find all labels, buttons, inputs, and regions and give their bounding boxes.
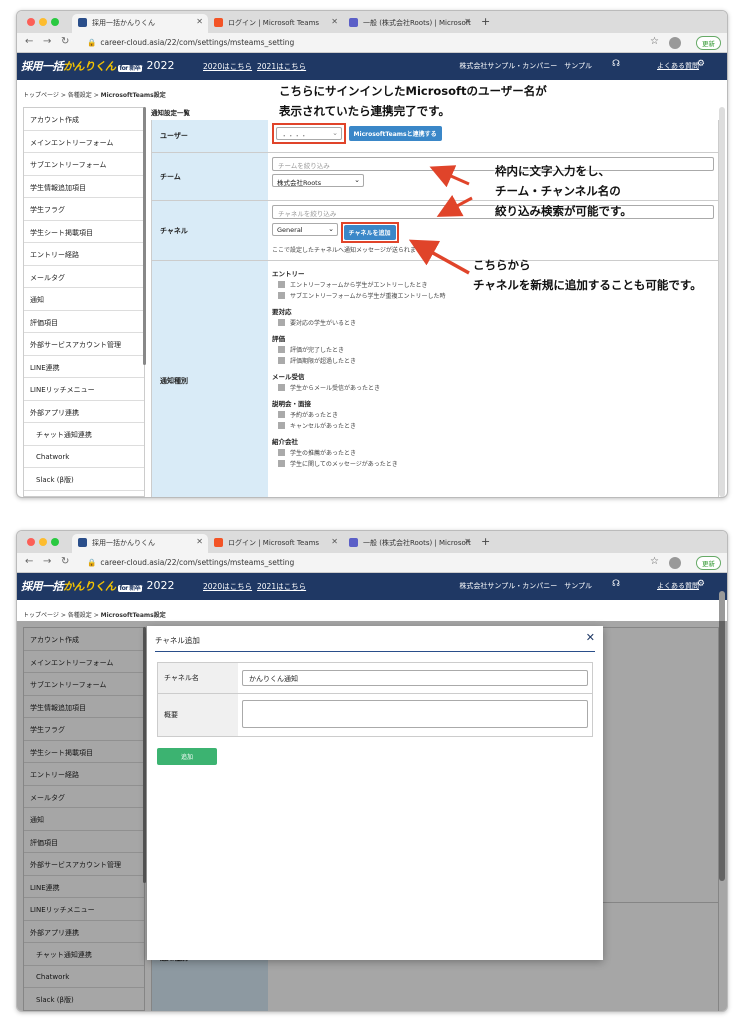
bookmark-star-icon[interactable]: ☆ bbox=[650, 556, 659, 567]
close-icon[interactable]: ✕ bbox=[586, 631, 595, 644]
url-text: career-cloud.asia/22/com/settings/msteam… bbox=[100, 558, 295, 567]
address-bar: ← → ↻ 🔒 career-cloud.asia/22/com/settings… bbox=[17, 553, 727, 573]
arrow-to-channel-filter bbox=[436, 194, 473, 217]
faq-link[interactable]: よくある質問 bbox=[657, 581, 699, 591]
lock-icon: 🔒 bbox=[87, 558, 97, 567]
breadcrumb: トップページ > 各種設定 > MicrosoftTeams設定 bbox=[23, 610, 166, 619]
link-2020[interactable]: 2020はこちら bbox=[203, 581, 252, 592]
window-controls bbox=[27, 538, 63, 548]
channel-name-row: チャネル名 かんりくん通知 bbox=[158, 663, 592, 694]
browser-window-modal: 採用一括かんりくん ✕ ログイン | Microsoft Teams ✕ 一般 (株… bbox=[16, 530, 728, 1012]
logo-text-a: 採用一括 bbox=[21, 580, 64, 593]
gear-icon[interactable]: ⚙ bbox=[697, 579, 705, 589]
back-icon[interactable]: ← bbox=[25, 556, 33, 567]
kanrikun-favicon-icon bbox=[78, 538, 87, 547]
profile-avatar[interactable] bbox=[669, 557, 681, 569]
summary-label: 概要 bbox=[158, 694, 238, 736]
modal-form: チャネル名 かんりくん通知 概要 bbox=[157, 662, 593, 737]
close-tab-icon[interactable]: ✕ bbox=[464, 537, 471, 546]
close-tab-icon[interactable]: ✕ bbox=[331, 537, 338, 546]
arrow-to-add-channel bbox=[408, 239, 470, 275]
minimize-window-button[interactable] bbox=[39, 538, 47, 546]
company-name: 株式会社サンプル・カンパニー サンプル bbox=[459, 582, 592, 590]
update-button[interactable]: 更新 bbox=[696, 556, 721, 570]
app-header: 採用一括かんりくん for 新卒 - 2022 2020はこちら 2021はこちら… bbox=[17, 573, 727, 600]
reload-icon[interactable]: ↻ bbox=[61, 556, 69, 567]
breadcrumb-separator: > bbox=[93, 612, 99, 619]
add-submit-button[interactable]: 追加 bbox=[157, 748, 218, 765]
url-field[interactable]: 🔒 career-cloud.asia/22/com/settings/mstea… bbox=[87, 558, 294, 567]
link-2021[interactable]: 2021はこちら bbox=[257, 581, 306, 592]
channel-name-input[interactable]: かんりくん通知 bbox=[242, 670, 588, 686]
breadcrumb-separator: > bbox=[60, 612, 66, 619]
browser-tab-kanrikun[interactable]: 採用一括かんりくん ✕ bbox=[72, 534, 208, 553]
teams-favicon-icon bbox=[349, 538, 358, 547]
close-tab-icon[interactable]: ✕ bbox=[196, 537, 203, 546]
close-window-button[interactable] bbox=[27, 538, 35, 546]
breadcrumb-settings[interactable]: 各種設定 bbox=[68, 612, 92, 619]
tab-title: 採用一括かんりくん bbox=[92, 539, 155, 547]
year-label: - 2022 bbox=[139, 579, 175, 592]
browser-tab-teams-general[interactable]: 一般 (株式会社Roots) | Microsoft ✕ bbox=[343, 534, 476, 553]
tab-title: ログイン | Microsoft Teams bbox=[228, 539, 320, 547]
headset-icon: ☊ bbox=[612, 579, 620, 589]
modal-header: チャネル追加 ✕ bbox=[155, 626, 595, 652]
summary-textarea[interactable] bbox=[242, 700, 588, 728]
tab-bar: 採用一括かんりくん ✕ ログイン | Microsoft Teams ✕ 一般 (株… bbox=[17, 531, 727, 553]
maximize-window-button[interactable] bbox=[51, 538, 59, 546]
forward-icon[interactable]: → bbox=[43, 556, 51, 567]
summary-row: 概要 bbox=[158, 694, 592, 736]
channel-name-label: チャネル名 bbox=[158, 663, 238, 693]
breadcrumb-top[interactable]: トップページ bbox=[23, 612, 59, 619]
breadcrumb-current: MicrosoftTeams設定 bbox=[100, 612, 166, 619]
logo-text-b: かんりくん bbox=[63, 580, 116, 593]
browser-window-settings: 採用一括かんりくん ✕ ログイン | Microsoft Teams ✕ 一般 (株… bbox=[16, 10, 728, 498]
microsoft-favicon-icon bbox=[214, 538, 223, 547]
new-tab-icon[interactable]: + bbox=[481, 535, 490, 548]
add-channel-modal: チャネル追加 ✕ チャネル名 かんりくん通知 概要 追加 bbox=[147, 626, 603, 960]
tab-title: 一般 (株式会社Roots) | Microsoft bbox=[363, 539, 471, 547]
app-logo[interactable]: 採用一括かんりくん for 新卒 bbox=[21, 578, 143, 594]
modal-title: チャネル追加 bbox=[155, 636, 200, 645]
arrow-to-team-filter bbox=[429, 165, 470, 188]
browser-tab-teams-login[interactable]: ログイン | Microsoft Teams ✕ bbox=[208, 534, 343, 553]
annotation-arrows bbox=[408, 165, 473, 275]
